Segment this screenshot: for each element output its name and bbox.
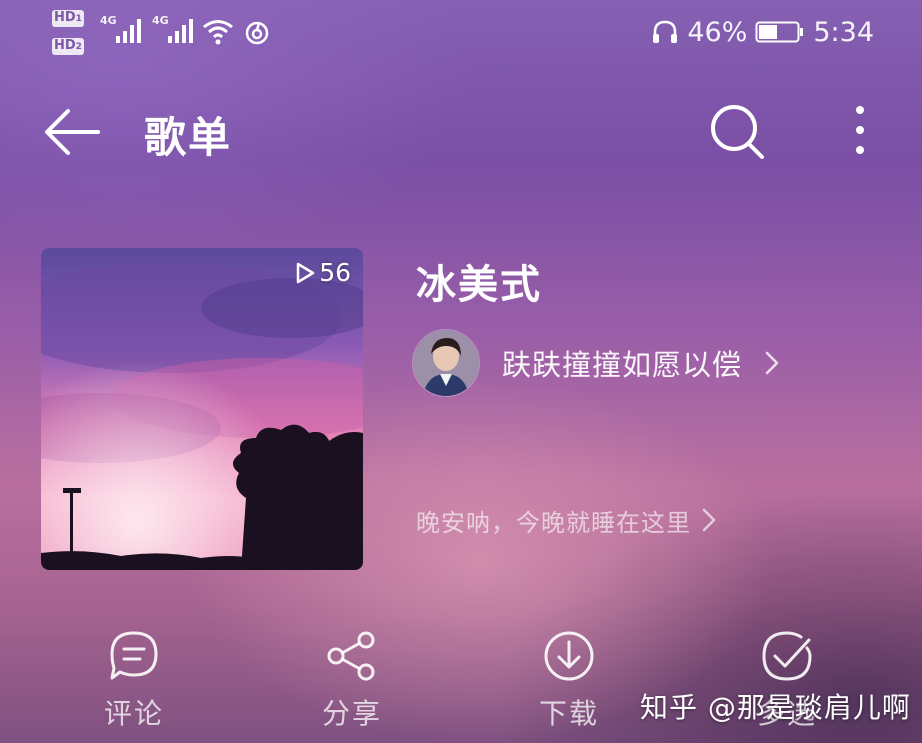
action-label: 下载 <box>538 697 599 730</box>
status-bar-left: HD1 HD2 4G 4G <box>52 8 282 58</box>
playlist-name: 冰美式 <box>416 262 542 308</box>
share-button[interactable]: 分享 <box>282 628 422 738</box>
status-bar-right: 46% 5:34 <box>634 12 874 52</box>
chevron-right-icon <box>765 351 779 375</box>
page-title: 歌单 <box>144 113 233 162</box>
comment-icon <box>110 631 158 680</box>
play-count-value: 56 <box>319 258 351 287</box>
search-icon[interactable] <box>706 100 770 164</box>
netease-icon <box>245 21 269 45</box>
playlist-cover[interactable]: 56 <box>41 248 363 570</box>
action-label: 评论 <box>103 697 164 730</box>
comment-button[interactable]: 评论 <box>64 628 204 738</box>
back-arrow-icon[interactable] <box>40 102 104 162</box>
action-label: 分享 <box>321 697 382 730</box>
signal-icon-2 <box>168 19 193 43</box>
network-type-1: 4G <box>100 14 117 27</box>
network-type-2: 4G <box>152 14 169 27</box>
sunset-sky-image <box>41 248 363 570</box>
play-count: 56 <box>295 258 351 287</box>
battery-percent: 46% <box>687 16 748 48</box>
battery-icon <box>755 21 804 43</box>
hd-icon-2: HD2 <box>52 38 84 55</box>
more-options-icon[interactable] <box>836 100 884 164</box>
description-text: 晚安呐，今晚就睡在这里 <box>416 508 691 537</box>
watermark: 知乎 @那是琰肩儿啊 <box>640 691 911 724</box>
hd-icon: HD1 <box>52 10 84 27</box>
share-icon <box>327 631 375 681</box>
play-icon <box>296 262 315 283</box>
chevron-right-icon <box>702 508 716 532</box>
avatar <box>412 329 480 397</box>
signal-icon <box>116 19 141 43</box>
headphones-icon <box>653 20 678 43</box>
clock: 5:34 <box>813 16 874 48</box>
download-button[interactable]: 下载 <box>499 628 639 738</box>
playlist-description[interactable]: 晚安呐，今晚就睡在这里 <box>416 500 717 540</box>
creator-name: 趺趺撞撞如愿以偿 <box>502 348 743 382</box>
creator-link[interactable]: 趺趺撞撞如愿以偿 <box>412 328 780 398</box>
multiselect-icon <box>762 631 812 681</box>
download-icon <box>544 631 594 681</box>
wifi-icon <box>203 20 233 45</box>
